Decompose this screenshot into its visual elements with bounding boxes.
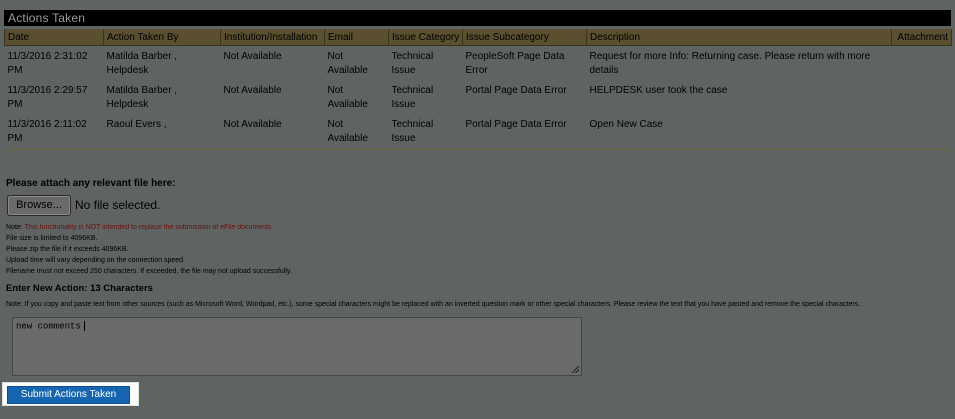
attach-file-label: Please attach any relevant file here:	[6, 178, 176, 189]
column-header-attachment[interactable]: Attachment	[891, 29, 952, 46]
cell-description: Open New Case	[586, 114, 892, 150]
table-header-row: Date Action Taken By Institution/Install…	[4, 29, 952, 46]
cell-issue-category: Technical Issue	[388, 114, 463, 150]
cell-action-taken-by: Matilda Barber , Helpdesk	[106, 85, 178, 110]
new-action-label: Enter New Action: 13 Characters	[6, 283, 153, 294]
cell-action-taken-by: Raoul Evers ,	[103, 114, 221, 150]
column-header-action-taken-by[interactable]: Action Taken By	[103, 29, 221, 46]
cell-issue-subcategory: Portal Page Data Error	[465, 85, 567, 96]
cell-email: Not Available	[324, 114, 389, 150]
column-header-issue-subcategory[interactable]: Issue Subcategory	[462, 29, 587, 46]
note-line: File size is limited to 4096KB.	[6, 235, 98, 242]
column-header-description[interactable]: Description	[586, 29, 892, 46]
new-action-textarea[interactable]: new comments	[12, 317, 582, 376]
cell-issue-subcategory: Portal Page Data Error	[462, 114, 587, 150]
cell-attachment	[892, 46, 952, 81]
cell-attachment	[891, 114, 952, 150]
browse-button[interactable]: Browse...	[7, 195, 71, 216]
cell-date: 11/3/2016 2:31:02 PM	[7, 51, 88, 76]
submit-button-container: Submit Actions Taken	[2, 382, 139, 406]
note-line: Upload time will vary depending on the c…	[6, 257, 186, 264]
text-caret	[83, 321, 85, 331]
cell-description: HELPDESK user took the case	[589, 85, 728, 96]
upload-notes: Note: This functionality is NOT intended…	[6, 222, 292, 277]
column-header-email[interactable]: Email	[324, 29, 389, 46]
note-line: Filename must not exceed 250 characters.…	[6, 268, 292, 275]
new-action-text: new comments	[16, 321, 81, 332]
copy-paste-note: Note: If you copy and paste text from ot…	[6, 301, 861, 308]
cell-date: 11/3/2016 2:11:02 PM	[4, 114, 104, 150]
note-prefix: Note:	[6, 224, 25, 231]
table-row: 11/3/2016 2:31:02 PM Matilda Barber , He…	[5, 46, 952, 81]
cell-issue-subcategory: PeopleSoft Page Data Error	[465, 51, 565, 76]
column-header-issue-category[interactable]: Issue Category	[388, 29, 463, 46]
panel-title: Actions Taken	[4, 10, 951, 26]
cell-issue-category: Technical Issue	[391, 85, 434, 110]
cell-institution: Not Available	[223, 51, 282, 62]
note-line: Please zip the file if it exceeds 4096KB…	[6, 246, 129, 253]
cell-institution: Not Available	[223, 85, 282, 96]
resize-handle-icon[interactable]	[572, 366, 579, 373]
cell-description: Request for more Info: Returning case. P…	[589, 51, 871, 76]
note-warning-line: Note: This functionality is NOT intended…	[6, 222, 292, 233]
cell-action-taken-by: Matilda Barber , Helpdesk	[106, 51, 178, 76]
cell-attachment	[892, 80, 952, 114]
submit-actions-button[interactable]: Submit Actions Taken	[7, 386, 130, 404]
file-status-text: No file selected.	[75, 198, 161, 212]
cell-date: 11/3/2016 2:29:57 PM	[7, 85, 88, 110]
note-warning: This functionality is NOT intended to re…	[24, 224, 274, 231]
column-header-institution[interactable]: Institution/Installation	[220, 29, 325, 46]
cell-institution: Not Available	[220, 114, 325, 150]
cell-issue-category: Technical Issue	[391, 51, 434, 76]
table-row: 11/3/2016 2:29:57 PM Matilda Barber , He…	[5, 80, 952, 114]
actions-table: Date Action Taken By Institution/Install…	[4, 29, 952, 150]
cell-email: Not Available	[327, 51, 368, 76]
cell-email: Not Available	[327, 85, 368, 110]
column-header-date[interactable]: Date	[4, 29, 104, 46]
table-row: 11/3/2016 2:11:02 PM Raoul Evers , Not A…	[4, 114, 952, 150]
